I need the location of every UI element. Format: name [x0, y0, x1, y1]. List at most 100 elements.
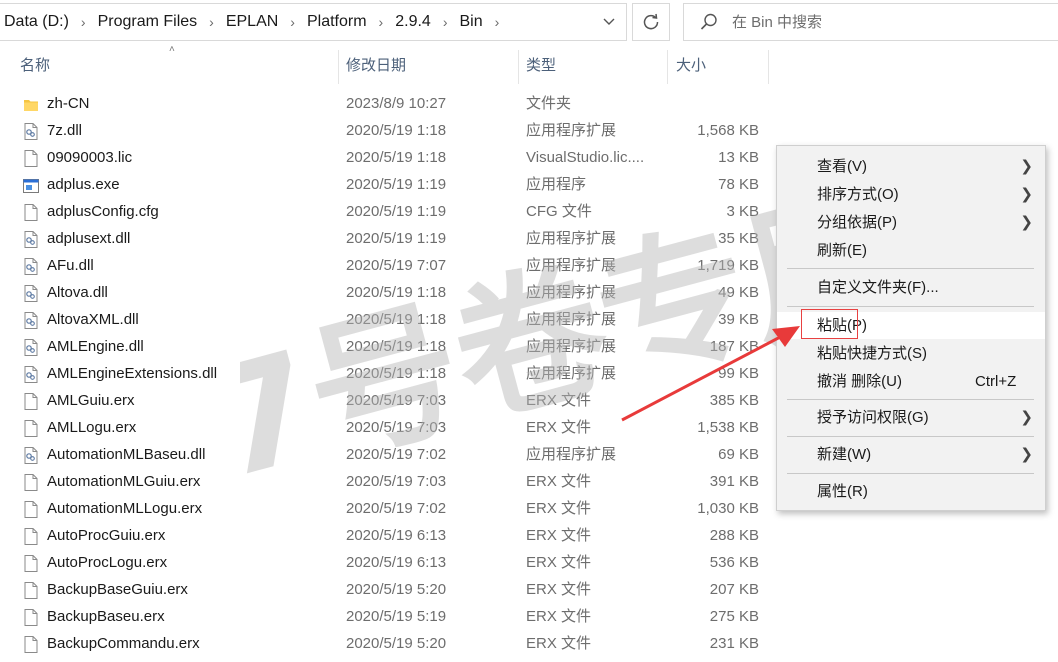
search-input[interactable]	[730, 12, 1034, 32]
chevron-right-icon: ❯	[1020, 409, 1033, 426]
file-row[interactable]: zh-CN 2023/8/9 10:27 文件夹	[0, 90, 770, 117]
file-size: 536 KB	[709, 554, 759, 571]
chevron-right-icon: ❯	[1020, 214, 1033, 231]
file-row[interactable]: AutoProcLogu.erx 2020/5/19 6:13 ERX 文件 536 …	[0, 549, 770, 576]
file-date: 2023/8/9 10:27	[346, 95, 447, 112]
menu-label: 粘贴快捷方式(S)	[817, 345, 927, 362]
file-icon	[23, 203, 39, 221]
file-row[interactable]: BackupCommandu.erx 2020/5/19 5:20 ERX 文件 23…	[0, 630, 770, 657]
file-row[interactable]: 7z.dll 2020/5/19 1:18 应用程序扩展 1,568 KB	[0, 117, 770, 144]
chevron-right-icon[interactable]: ›	[282, 14, 303, 30]
menu-item-paste-shortcut[interactable]: 粘贴快捷方式(S)	[777, 340, 1045, 367]
file-row[interactable]: AMLLogu.erx 2020/5/19 7:03 ERX 文件 1,538 KB	[0, 414, 770, 441]
crumb-drive[interactable]: Data (D:)	[0, 13, 73, 31]
chevron-down-icon[interactable]	[592, 4, 626, 40]
menu-label: 属性(R)	[817, 483, 868, 500]
file-row[interactable]: AMLGuiu.erx 2020/5/19 7:03 ERX 文件 385 KB	[0, 387, 770, 414]
breadcrumb: Data (D:) › Program Files › EPLAN › Plat…	[0, 13, 507, 31]
crumb-eplan[interactable]: EPLAN	[222, 13, 282, 31]
file-icon	[23, 608, 39, 626]
search-box[interactable]	[683, 3, 1058, 41]
file-row[interactable]: AMLEngineExtensions.dll 2020/5/19 1:18 应用程…	[0, 360, 770, 387]
menu-item-group[interactable]: 分组依据(P) ❯	[777, 209, 1045, 236]
crumb-platform[interactable]: Platform	[303, 13, 371, 31]
menu-item-properties[interactable]: 属性(R)	[777, 478, 1045, 505]
column-divider[interactable]	[338, 50, 339, 84]
file-name: AutomationMLGuiu.erx	[47, 473, 201, 490]
file-list: zh-CN 2023/8/9 10:27 文件夹 7z.dll 2020/5/19 1:…	[0, 90, 770, 657]
file-type: ERX 文件	[526, 500, 592, 517]
column-name[interactable]: 名称	[20, 50, 50, 82]
file-row[interactable]: AutomationMLBaseu.dll 2020/5/19 7:02 应用程序扩…	[0, 441, 770, 468]
menu-item-new[interactable]: 新建(W) ❯	[777, 441, 1045, 468]
file-name: adplusext.dll	[47, 230, 131, 247]
file-size: 13 KB	[718, 149, 759, 166]
column-divider[interactable]	[518, 50, 519, 84]
file-date: 2020/5/19 1:18	[346, 311, 447, 328]
file-row[interactable]: BackupBaseGuiu.erx 2020/5/19 5:20 ERX 文件 20…	[0, 576, 770, 603]
file-row[interactable]: BackupBaseu.erx 2020/5/19 5:19 ERX 文件 275 K…	[0, 603, 770, 630]
column-divider[interactable]	[667, 50, 668, 84]
chevron-right-icon[interactable]: ›	[435, 14, 456, 30]
column-divider[interactable]	[768, 50, 769, 84]
file-row[interactable]: AltovaXML.dll 2020/5/19 1:18 应用程序扩展 39 KB	[0, 306, 770, 333]
dll-file-icon	[23, 122, 39, 140]
file-row[interactable]: adplus.exe 2020/5/19 1:19 应用程序 78 KB	[0, 171, 770, 198]
dll-file-icon	[23, 446, 39, 464]
menu-separator	[787, 399, 1034, 400]
chevron-right-icon[interactable]: ›	[487, 14, 508, 30]
file-name: adplus.exe	[47, 176, 120, 193]
column-size[interactable]: 大小	[676, 50, 706, 82]
chevron-right-icon: ❯	[1020, 186, 1033, 203]
refresh-icon	[643, 13, 659, 30]
file-size: 288 KB	[709, 527, 759, 544]
folder-icon	[23, 95, 39, 112]
menu-separator	[787, 306, 1034, 307]
file-size: 69 KB	[718, 446, 759, 463]
menu-item-grant-access[interactable]: 授予访问权限(G) ❯	[777, 404, 1045, 431]
file-date: 2020/5/19 7:02	[346, 500, 447, 517]
file-row[interactable]: AutomationMLLogu.erx 2020/5/19 7:02 ERX 文件…	[0, 495, 770, 522]
menu-separator	[787, 473, 1034, 474]
file-size: 78 KB	[718, 176, 759, 193]
file-row[interactable]: AFu.dll 2020/5/19 7:07 应用程序扩展 1,719 KB	[0, 252, 770, 279]
chevron-right-icon[interactable]: ›	[201, 14, 222, 30]
file-row[interactable]: AutoProcGuiu.erx 2020/5/19 6:13 ERX 文件 288 …	[0, 522, 770, 549]
column-type[interactable]: 类型	[526, 50, 556, 82]
file-date: 2020/5/19 1:18	[346, 338, 447, 355]
file-name: AMLLogu.erx	[47, 419, 137, 436]
file-row[interactable]: 09090003.lic 2020/5/19 1:18 VisualStudio.l…	[0, 144, 770, 171]
file-size: 187 KB	[709, 338, 759, 355]
file-date: 2020/5/19 6:13	[346, 554, 447, 571]
address-bar[interactable]: Data (D:) › Program Files › EPLAN › Plat…	[0, 3, 627, 41]
column-header: ˄ 名称 修改日期 类型 大小	[0, 44, 770, 84]
file-row[interactable]: adplusConfig.cfg 2020/5/19 1:19 CFG 文件 3 KB	[0, 198, 770, 225]
crumb-program-files[interactable]: Program Files	[94, 13, 202, 31]
menu-item-undo-delete[interactable]: 撤消 删除(U) Ctrl+Z	[777, 368, 1045, 395]
file-type: ERX 文件	[526, 581, 592, 598]
file-row[interactable]: AutomationMLGuiu.erx 2020/5/19 7:03 ERX 文件…	[0, 468, 770, 495]
crumb-version[interactable]: 2.9.4	[391, 13, 435, 31]
file-row[interactable]: adplusext.dll 2020/5/19 1:19 应用程序扩展 35 KB	[0, 225, 770, 252]
file-type: ERX 文件	[526, 527, 592, 544]
file-icon	[23, 392, 39, 410]
refresh-button[interactable]	[632, 3, 670, 41]
crumb-bin[interactable]: Bin	[455, 13, 486, 31]
file-name: adplusConfig.cfg	[47, 203, 159, 220]
menu-label: 撤消 删除(U)	[817, 373, 902, 390]
file-icon	[23, 473, 39, 491]
file-row[interactable]: Altova.dll 2020/5/19 1:18 应用程序扩展 49 KB	[0, 279, 770, 306]
menu-item-refresh[interactable]: 刷新(E)	[777, 237, 1045, 264]
menu-item-view[interactable]: 查看(V) ❯	[777, 153, 1045, 180]
menu-item-sort[interactable]: 排序方式(O) ❯	[777, 181, 1045, 208]
menu-label: 排序方式(O)	[817, 186, 899, 203]
file-type: 应用程序扩展	[526, 311, 617, 328]
file-type: CFG 文件	[526, 203, 592, 220]
file-row[interactable]: AMLEngine.dll 2020/5/19 1:18 应用程序扩展 187 KB	[0, 333, 770, 360]
menu-item-customize-folder[interactable]: 自定义文件夹(F)...	[777, 274, 1045, 301]
chevron-right-icon[interactable]: ›	[73, 14, 94, 30]
file-size: 39 KB	[718, 311, 759, 328]
file-size: 49 KB	[718, 284, 759, 301]
column-date[interactable]: 修改日期	[346, 50, 406, 82]
chevron-right-icon[interactable]: ›	[371, 14, 392, 30]
